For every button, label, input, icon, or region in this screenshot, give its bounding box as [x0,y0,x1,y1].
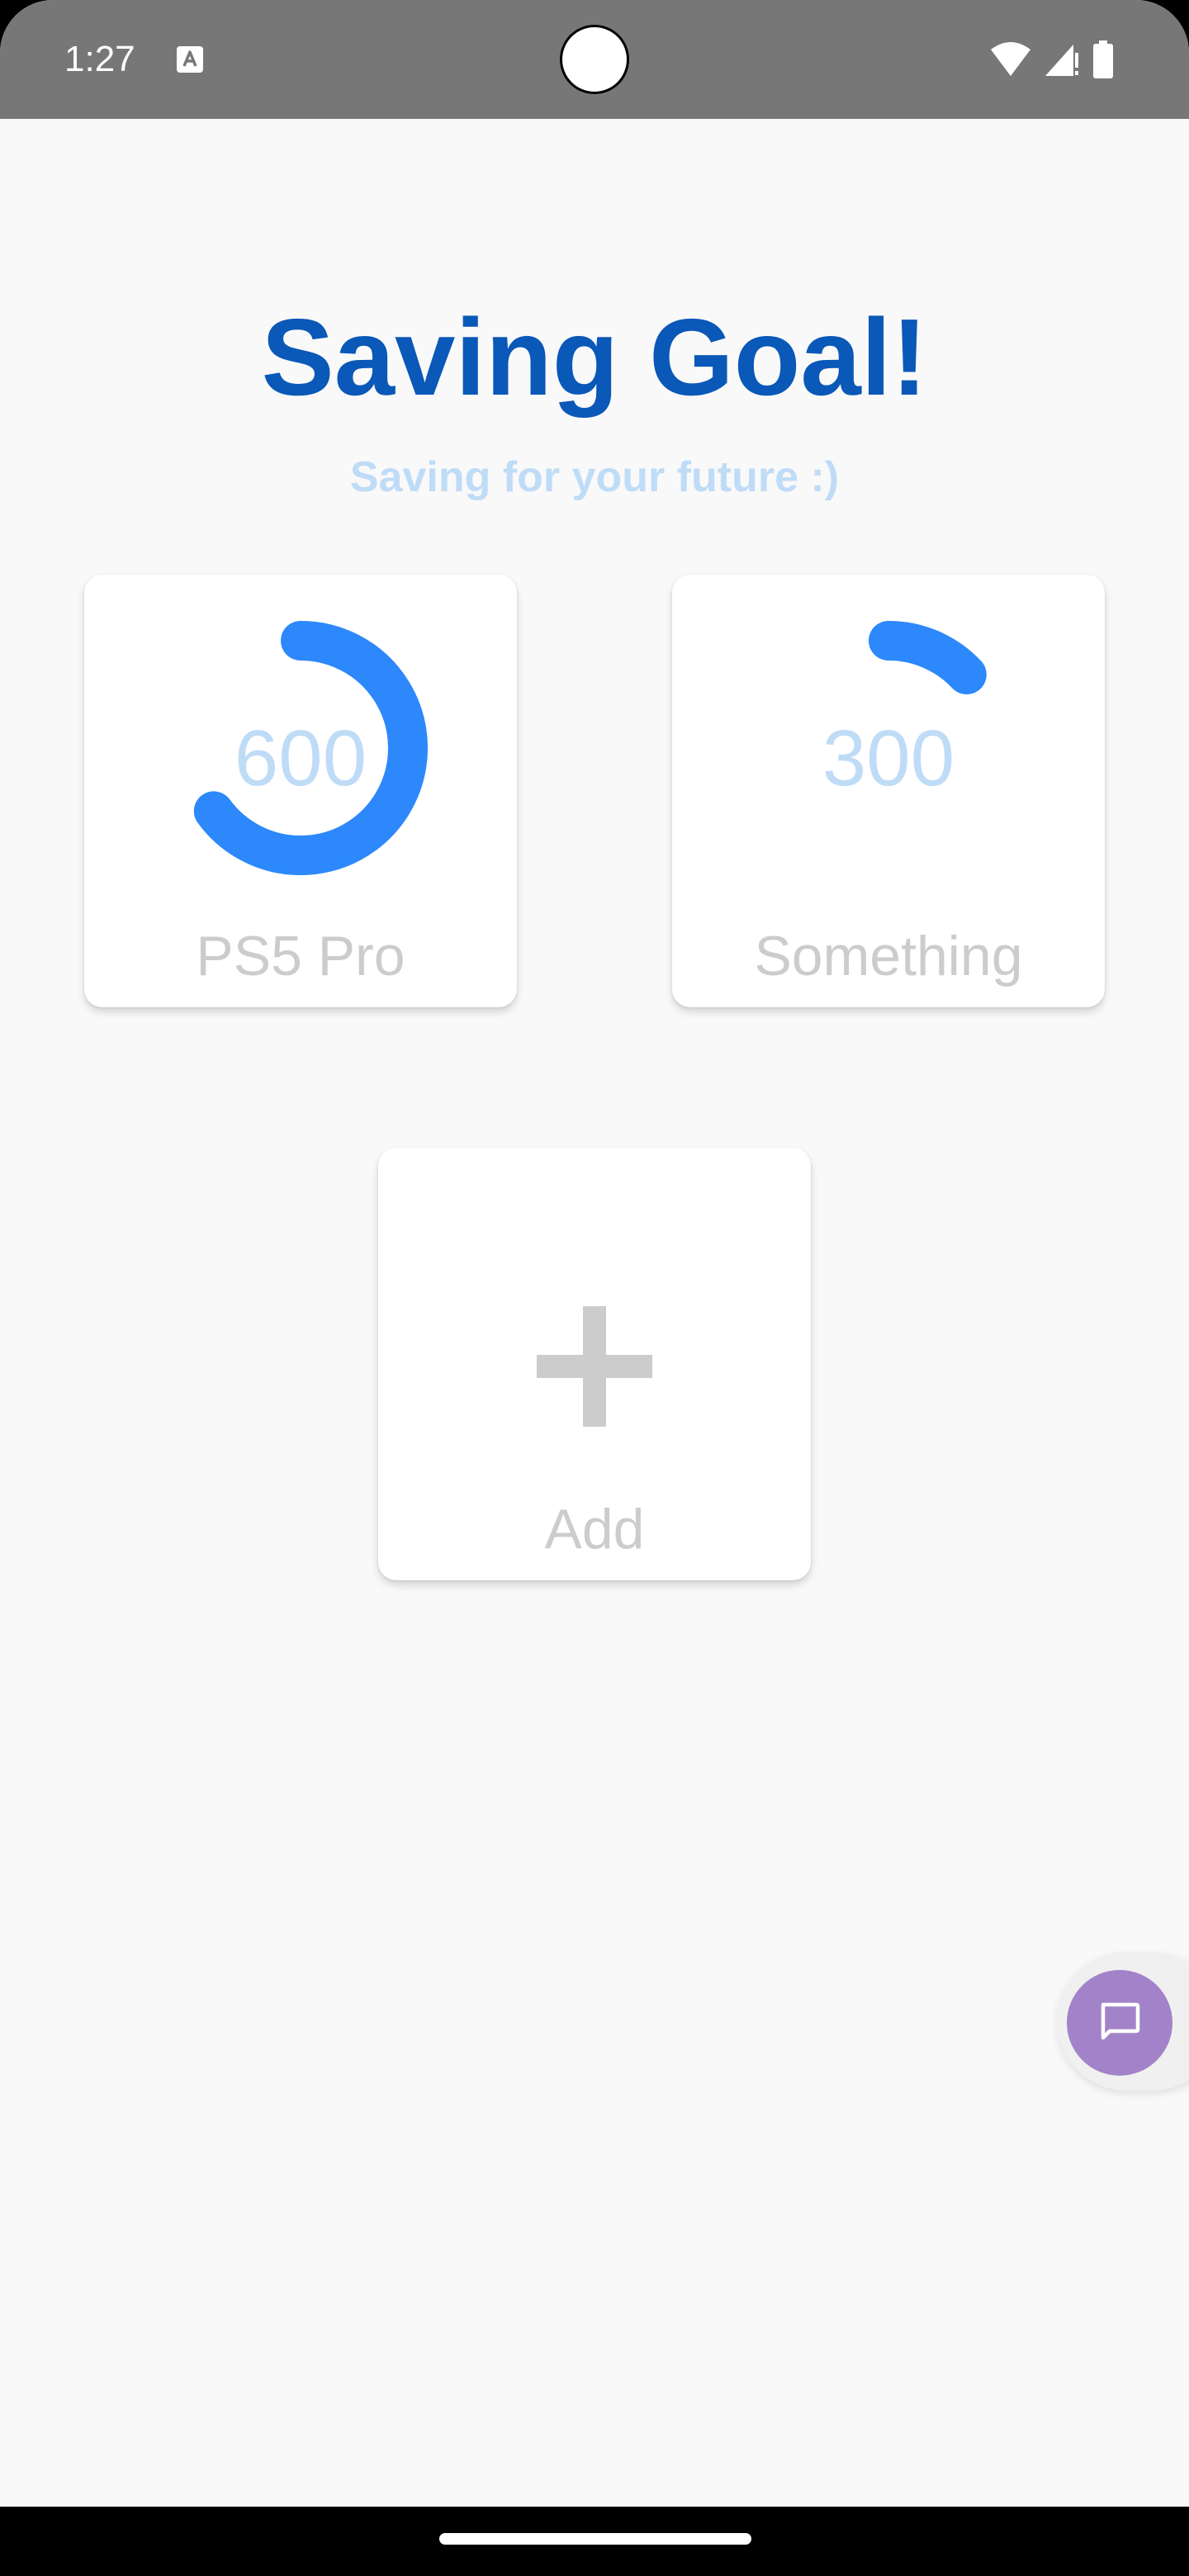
camera-cutout [560,25,629,94]
goal-name: PS5 Pro [196,925,405,987]
status-bar: 1:27 [0,0,1189,119]
home-indicator[interactable] [439,2533,751,2545]
page-subtitle: Saving for your future :) [349,453,840,501]
add-goal-button[interactable]: Add [378,1148,811,1580]
app-screen: 1:27 Saving Goal! Saving for your future… [0,0,1189,2576]
cellular-signal-icon [1045,45,1078,76]
goal-amount: 600 [234,714,367,803]
goal-card[interactable]: 300 Something [672,575,1105,1007]
status-icons [989,40,1115,79]
battery-icon [1093,40,1113,78]
plus-icon [537,1306,652,1427]
chat-button[interactable] [1067,1970,1172,2076]
progress-arc [869,621,987,695]
goal-name: Something [754,925,1023,987]
goal-amount: 300 [822,714,955,803]
chat-bubble-icon [1101,2002,1140,2040]
add-label: Add [544,1498,645,1560]
text-a-notification-icon [177,46,203,73]
wifi-icon [991,42,1030,76]
page-title: Saving Goal! [261,296,928,418]
status-time: 1:27 [64,39,135,79]
goal-card[interactable]: 600 PS5 Pro [84,575,517,1007]
navigation-bar [0,2507,1189,2576]
